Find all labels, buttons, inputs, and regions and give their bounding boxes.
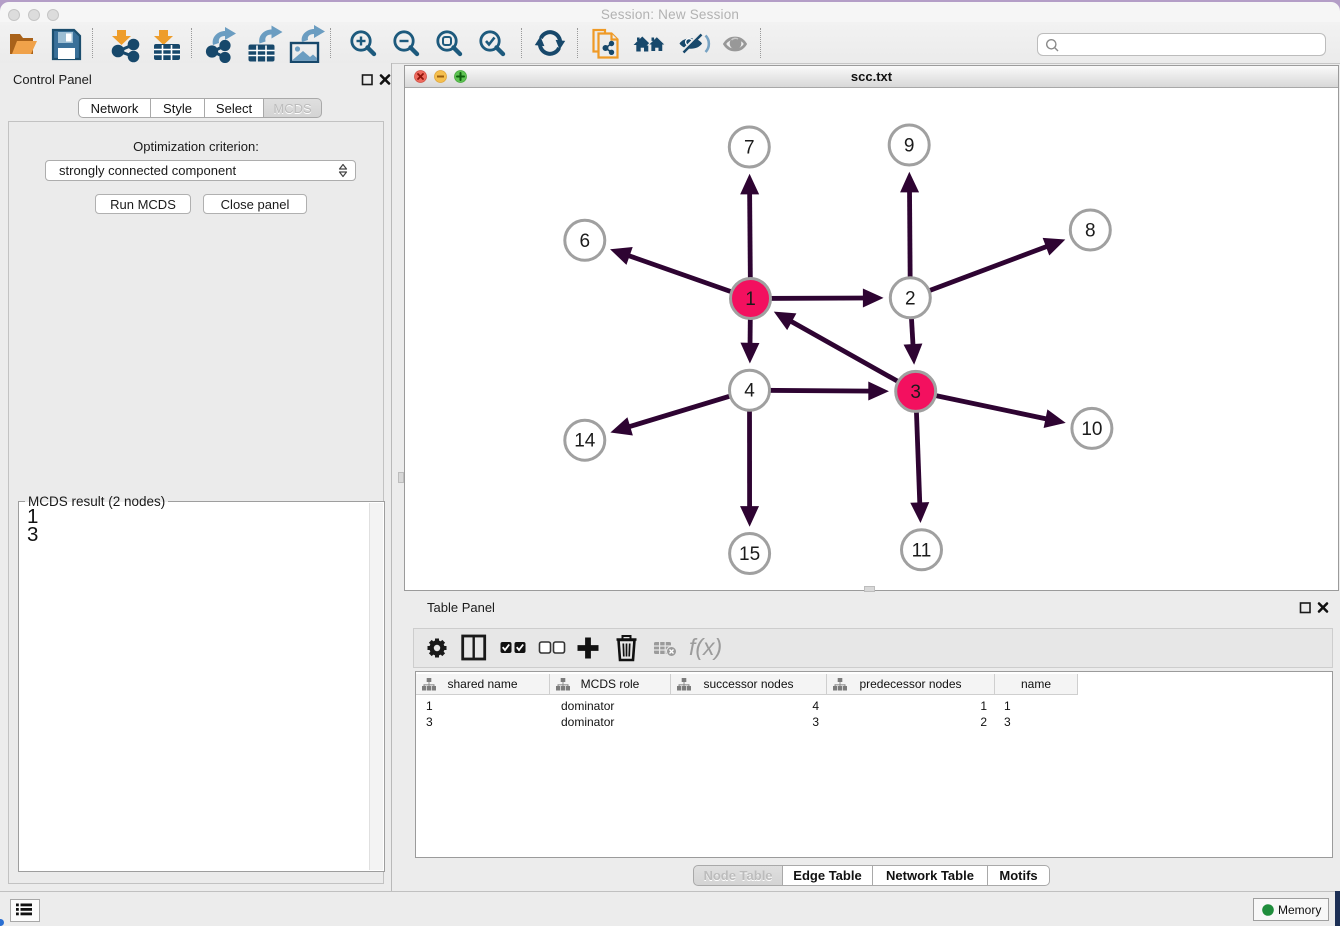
svg-text:1: 1 — [745, 289, 756, 310]
svg-text:7: 7 — [744, 138, 755, 159]
svg-text:f(x): f(x) — [689, 634, 722, 660]
svg-text:4: 4 — [744, 381, 755, 402]
svg-text:3: 3 — [910, 382, 921, 403]
svg-text:9: 9 — [904, 136, 915, 157]
svg-text:10: 10 — [1081, 419, 1102, 440]
svg-text:8: 8 — [1085, 221, 1096, 242]
svg-text:15: 15 — [739, 544, 760, 565]
svg-text:6: 6 — [580, 231, 591, 252]
svg-text:11: 11 — [912, 540, 932, 561]
svg-text:14: 14 — [574, 431, 596, 452]
svg-text:2: 2 — [905, 288, 916, 309]
